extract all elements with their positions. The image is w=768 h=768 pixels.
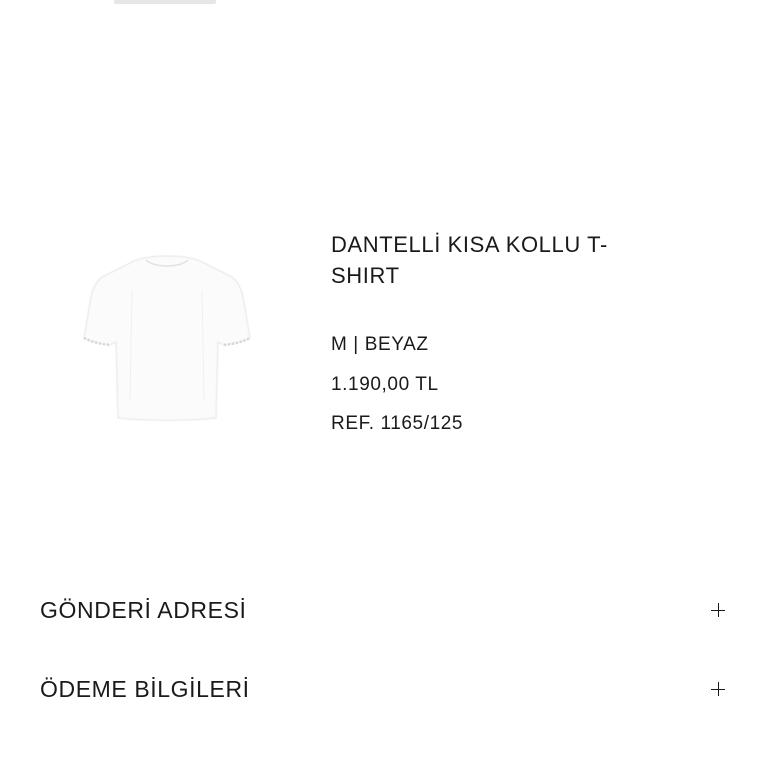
product-meta: M | BEYAZ 1.190,00 TL REF. 1165/125 [331, 325, 671, 444]
previous-item-thumbnail [114, 0, 216, 4]
product-price: 1.190,00 TL [331, 373, 439, 395]
tshirt-image-icon [83, 255, 251, 421]
product-ref: REF. 1165/125 [331, 413, 464, 434]
plus-icon[interactable] [711, 682, 725, 696]
product-size-color: M | BEYAZ [331, 334, 429, 355]
plus-icon[interactable] [711, 603, 725, 617]
shipping-address-accordion[interactable]: GÖNDERİ ADRESİ [40, 590, 730, 630]
payment-info-title: ÖDEME BİLGİLERİ [40, 675, 250, 702]
shipping-address-title: GÖNDERİ ADRESİ [40, 596, 247, 623]
product-info: DANTELLİ KISA KOLLU T-SHIRT M | BEYAZ 1.… [331, 229, 671, 444]
product-image[interactable] [72, 250, 262, 430]
product-name[interactable]: DANTELLİ KISA KOLLU T-SHIRT [331, 229, 671, 291]
payment-info-accordion[interactable]: ÖDEME BİLGİLERİ [40, 669, 730, 709]
